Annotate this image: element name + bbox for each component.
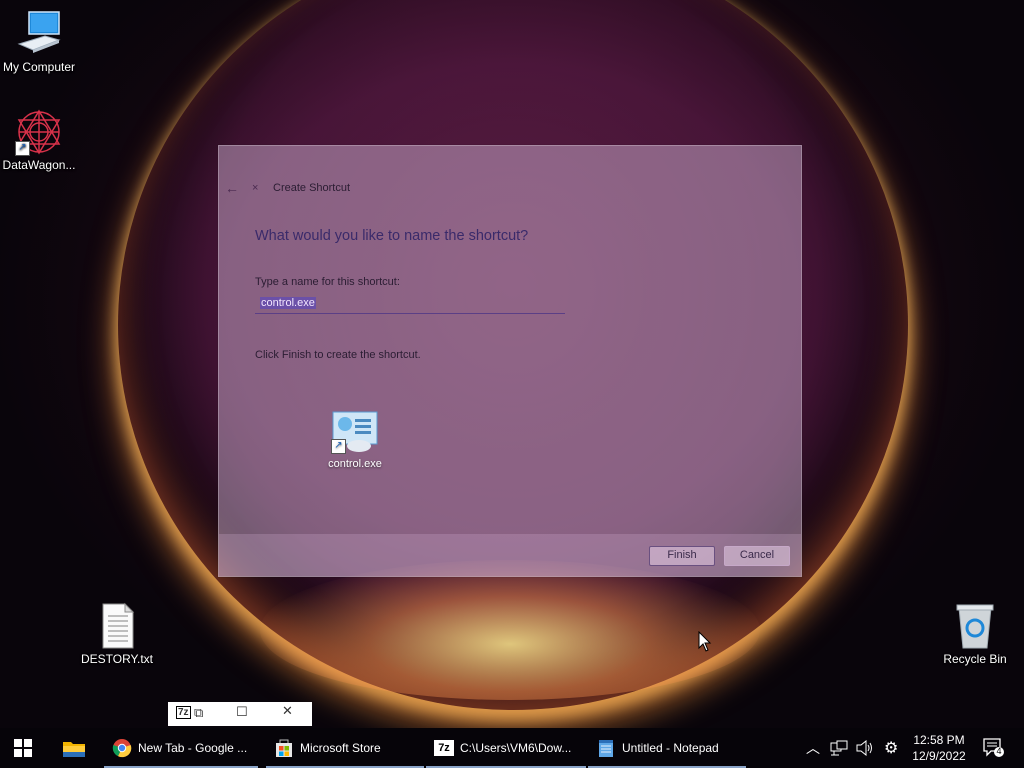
taskbar-item-microsoft-store[interactable]: Microsoft Store xyxy=(266,728,424,768)
clock[interactable]: 12:58 PM 12/9/2022 xyxy=(904,732,974,764)
volume-icon[interactable] xyxy=(856,740,874,756)
clock-date: 12/9/2022 xyxy=(912,749,966,763)
create-shortcut-dialog: ← × Create Shortcut What would you like … xyxy=(218,145,802,577)
computer-icon xyxy=(15,10,63,58)
desktop-icon-my-computer[interactable]: My Computer xyxy=(0,10,81,74)
cancel-button[interactable]: Cancel xyxy=(724,546,790,566)
recycle-bin-icon xyxy=(951,602,999,650)
notification-count: 4 xyxy=(996,746,1002,756)
windows-logo-icon xyxy=(14,739,32,757)
dialog-footer: Finish Cancel xyxy=(219,534,801,576)
taskbar-item-label: C:\Users\VM6\Dow... xyxy=(460,741,572,755)
system-tray: ︿ ⚙ xyxy=(806,728,898,768)
finish-instruction: Click Finish to create the shortcut. xyxy=(255,349,421,361)
desktop-icon-destory-txt[interactable]: DESTORY.txt xyxy=(75,602,159,666)
start-button[interactable] xyxy=(14,728,38,768)
folder-icon xyxy=(63,742,85,757)
taskbar-item-chrome[interactable]: New Tab - Google ... xyxy=(104,728,258,768)
shortcut-name-label: Type a name for this shortcut: xyxy=(255,276,400,288)
close-icon[interactable]: × xyxy=(252,182,258,194)
clock-time: 12:58 PM xyxy=(913,733,965,747)
shortcut-arrow-icon: ↗ xyxy=(15,141,30,156)
taskbar-item-notepad[interactable]: Untitled - Notepad xyxy=(588,728,746,768)
desktop-icon-recycle-bin[interactable]: Recycle Bin xyxy=(933,602,1017,666)
close-icon[interactable]: ✕ xyxy=(282,703,293,719)
taskbar-file-explorer[interactable] xyxy=(62,728,90,768)
dialog-heading: What would you like to name the shortcut… xyxy=(255,228,529,244)
datawagon-logo-icon: ↗ xyxy=(15,108,63,156)
text-file-icon xyxy=(93,602,141,650)
taskbar-item-label: New Tab - Google ... xyxy=(138,741,248,755)
back-arrow-icon[interactable]: ← xyxy=(225,180,239,196)
file-icon-label: control.exe xyxy=(328,458,382,470)
chevron-up-icon[interactable]: ︿ xyxy=(806,738,820,758)
control-panel-icon: ↗ xyxy=(331,410,379,454)
seven-zip-icon: 7z xyxy=(434,738,454,758)
dialog-title: Create Shortcut xyxy=(273,182,351,194)
wallpaper-glow xyxy=(260,560,760,700)
settings-gear-icon[interactable]: ⚙ xyxy=(884,738,898,758)
taskbar-item-7zip[interactable]: 7z C:\Users\VM6\Dow... xyxy=(426,728,586,768)
chrome-icon xyxy=(112,738,132,758)
selected-text: control.exe xyxy=(260,297,316,309)
store-icon xyxy=(274,738,294,758)
maximize-icon[interactable]: ☐ xyxy=(236,704,248,720)
restore-icon[interactable]: ⧉ xyxy=(194,705,203,721)
dialog-header: ← × Create Shortcut xyxy=(219,176,801,200)
notification-center-button[interactable]: 4 xyxy=(982,736,1004,758)
taskbar-item-label: Untitled - Notepad xyxy=(622,741,719,755)
seven-zip-badge: 7z xyxy=(176,706,191,719)
mouse-cursor-icon xyxy=(698,631,712,652)
desktop-icon-datawagon[interactable]: ↗ DataWagon... xyxy=(0,108,81,172)
notepad-icon xyxy=(596,738,616,758)
dragged-file-control-exe[interactable]: ↗ control.exe xyxy=(319,410,391,470)
network-icon[interactable] xyxy=(830,740,848,756)
shortcut-arrow-icon: ↗ xyxy=(331,439,346,454)
taskbar-preview-window[interactable]: 7z ⧉ ☐ ✕ xyxy=(168,702,312,726)
taskbar-item-label: Microsoft Store xyxy=(300,741,381,755)
finish-button[interactable]: Finish xyxy=(649,546,715,566)
taskbar: New Tab - Google ... Microsoft Store 7z … xyxy=(0,728,1024,768)
